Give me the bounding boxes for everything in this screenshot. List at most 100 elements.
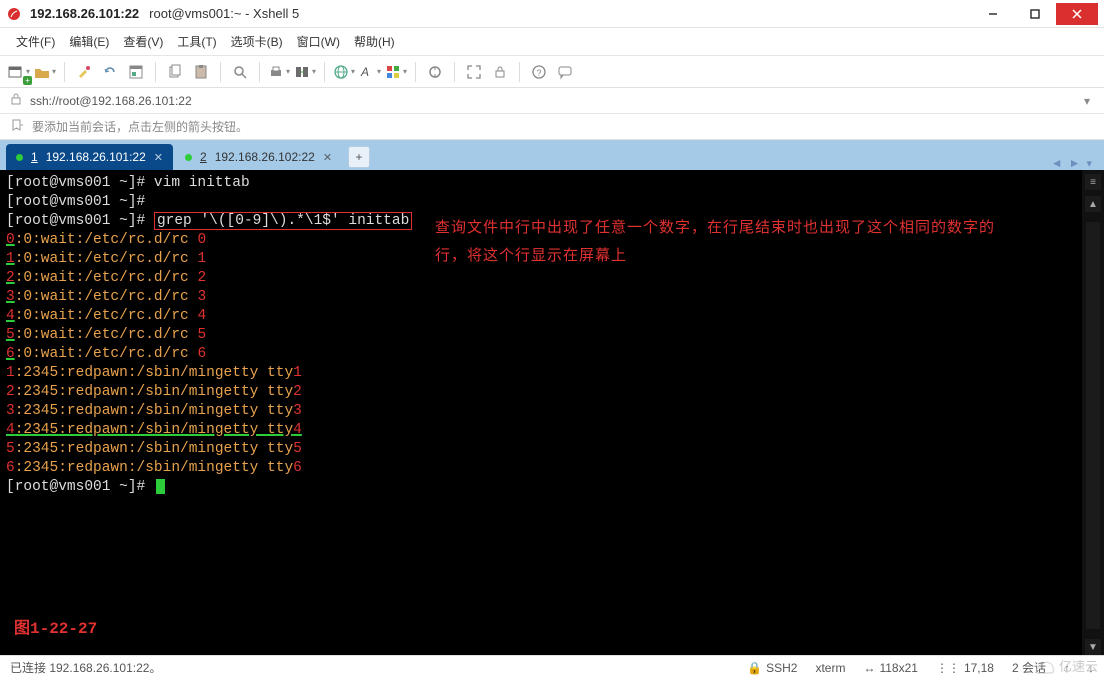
- globe-icon[interactable]: ▾: [333, 61, 355, 83]
- separator: [415, 62, 416, 82]
- tab-close-icon[interactable]: ✕: [323, 151, 332, 164]
- status-size: ↔118x21: [863, 661, 917, 675]
- address-scheme-icon: [10, 93, 22, 108]
- terminal-area: [root@vms001 ~]# vim inittab [root@vms001…: [0, 170, 1104, 655]
- session-tab-bar: 1 192.168.26.101:22 ✕ 2 192.168.26.102:2…: [0, 140, 1104, 170]
- tab-label: 192.168.26.101:22: [46, 150, 146, 164]
- bookmark-arrow-icon[interactable]: [10, 118, 24, 135]
- copy-icon[interactable]: [164, 61, 186, 83]
- terminal-line: 6:0:wait:/etc/rc.d/rc 6: [6, 345, 1076, 364]
- properties-icon[interactable]: [125, 61, 147, 83]
- close-button[interactable]: [1056, 3, 1098, 25]
- terminal-line: [root@vms001 ~]# vim inittab: [6, 174, 1076, 193]
- watermark: 亿速云: [1031, 656, 1098, 675]
- color-icon[interactable]: ▾: [385, 61, 407, 83]
- session-tab-2[interactable]: 2 192.168.26.102:22 ✕: [175, 144, 342, 170]
- window-controls: [972, 3, 1098, 25]
- app-icon: [6, 6, 22, 22]
- toolbar: +▾ ▾ ▾ ▾ ▾ A▾ ▾ ?: [0, 56, 1104, 88]
- scroll-down-icon[interactable]: ▼: [1085, 639, 1101, 655]
- paste-icon[interactable]: [190, 61, 212, 83]
- tab-prev-icon[interactable]: ◄: [1051, 156, 1063, 170]
- figure-label: 图1-22-27: [14, 620, 97, 639]
- terminal-line: 2:2345:redpawn:/sbin/mingetty tty2: [6, 383, 1076, 402]
- status-dot-icon: [185, 154, 192, 161]
- terminal[interactable]: [root@vms001 ~]# vim inittab [root@vms001…: [0, 170, 1082, 655]
- terminal-line: 4:0:wait:/etc/rc.d/rc 4: [6, 307, 1076, 326]
- separator: [324, 62, 325, 82]
- watermark-text: 亿速云: [1059, 656, 1098, 675]
- terminal-line: 1:2345:redpawn:/sbin/mingetty tty1: [6, 364, 1076, 383]
- scroll-thumb[interactable]: [1086, 222, 1100, 629]
- svg-text:A: A: [360, 65, 369, 79]
- address-input[interactable]: [30, 94, 1072, 108]
- chat-icon[interactable]: [554, 61, 576, 83]
- title-text: root@vms001:~ - Xshell 5: [149, 6, 299, 21]
- terminal-line: 2:0:wait:/etc/rc.d/rc 2: [6, 269, 1076, 288]
- separator: [64, 62, 65, 82]
- maximize-button[interactable]: [1014, 3, 1056, 25]
- menubar: 文件(F) 编辑(E) 查看(V) 工具(T) 选项卡(B) 窗口(W) 帮助(…: [0, 28, 1104, 56]
- terminal-line: 3:0:wait:/etc/rc.d/rc 3: [6, 288, 1076, 307]
- statusbar: 已连接 192.168.26.101:22。 🔒SSH2 xterm ↔118x…: [0, 655, 1104, 679]
- tab-nav: ◄ ► ▾: [1051, 156, 1098, 170]
- separator: [519, 62, 520, 82]
- fullscreen-icon[interactable]: [463, 61, 485, 83]
- status-dot-icon: [16, 154, 23, 161]
- address-dropdown-icon[interactable]: ▾: [1080, 94, 1094, 108]
- menu-window[interactable]: 窗口(W): [297, 33, 340, 50]
- separator: [155, 62, 156, 82]
- terminal-line: 5:2345:redpawn:/sbin/mingetty tty5: [6, 440, 1076, 459]
- refresh-icon[interactable]: [424, 61, 446, 83]
- cursor: [156, 479, 165, 494]
- new-tab-button[interactable]: +: [348, 146, 370, 168]
- terminal-line: 3:2345:redpawn:/sbin/mingetty tty3: [6, 402, 1076, 421]
- separator: [259, 62, 260, 82]
- menu-view[interactable]: 查看(V): [123, 33, 163, 50]
- status-ssh: 🔒SSH2: [747, 661, 797, 675]
- status-pos: ⋮⋮17,18: [936, 661, 994, 675]
- separator: [454, 62, 455, 82]
- separator: [220, 62, 221, 82]
- terminal-line: 6:2345:redpawn:/sbin/mingetty tty6: [6, 459, 1076, 478]
- scroll-up-icon[interactable]: ▲: [1085, 196, 1101, 212]
- session-tab-1[interactable]: 1 192.168.26.101:22 ✕: [6, 144, 173, 170]
- tab-close-icon[interactable]: ✕: [154, 151, 163, 164]
- scroll-top-icon[interactable]: ≡: [1085, 174, 1101, 190]
- menu-file[interactable]: 文件(F): [16, 33, 55, 50]
- address-bar: ▾: [0, 88, 1104, 114]
- scroll-track[interactable]: [1086, 222, 1100, 629]
- terminal-line: 4:2345:redpawn:/sbin/mingetty tty4: [6, 421, 1076, 440]
- print-icon[interactable]: ▾: [268, 61, 290, 83]
- font-icon[interactable]: A▾: [359, 61, 381, 83]
- terminal-line: 5:0:wait:/etc/rc.d/rc 5: [6, 326, 1076, 345]
- title-ip: 192.168.26.101:22: [30, 6, 139, 21]
- terminal-scrollbar[interactable]: ≡ ▲ ▼: [1082, 170, 1104, 655]
- lock-icon[interactable]: [489, 61, 511, 83]
- new-session-icon[interactable]: +▾: [8, 61, 30, 83]
- menu-tools[interactable]: 工具(T): [177, 33, 216, 50]
- svg-text:?: ?: [537, 68, 542, 78]
- paint-icon[interactable]: [73, 61, 95, 83]
- menu-help[interactable]: 帮助(H): [354, 33, 395, 50]
- status-term: xterm: [815, 661, 845, 675]
- status-connection: 已连接 192.168.26.101:22。: [10, 659, 729, 676]
- terminal-line: [root@vms001 ~]#: [6, 478, 1076, 497]
- transfer-icon[interactable]: ▾: [294, 61, 316, 83]
- tab-label: 192.168.26.102:22: [215, 150, 315, 164]
- menu-edit[interactable]: 编辑(E): [69, 33, 109, 50]
- titlebar: 192.168.26.101:22 root@vms001:~ - Xshell…: [0, 0, 1104, 28]
- reconnect-icon[interactable]: [99, 61, 121, 83]
- menu-tabs[interactable]: 选项卡(B): [231, 33, 283, 50]
- tab-index: 1: [31, 150, 38, 164]
- annotation-text: 查询文件中行中出现了任意一个数字，在行尾结束时也出现了这个相同的数字的行，将这个…: [435, 214, 995, 270]
- tab-next-icon[interactable]: ►: [1069, 156, 1081, 170]
- find-icon[interactable]: [229, 61, 251, 83]
- minimize-button[interactable]: [972, 3, 1014, 25]
- tab-list-icon[interactable]: ▾: [1086, 157, 1092, 170]
- tab-index: 2: [200, 150, 207, 164]
- hint-bar: 要添加当前会话，点击左侧的箭头按钮。: [0, 114, 1104, 140]
- help-icon[interactable]: ?: [528, 61, 550, 83]
- hint-text: 要添加当前会话，点击左侧的箭头按钮。: [32, 118, 248, 135]
- open-icon[interactable]: ▾: [34, 61, 56, 83]
